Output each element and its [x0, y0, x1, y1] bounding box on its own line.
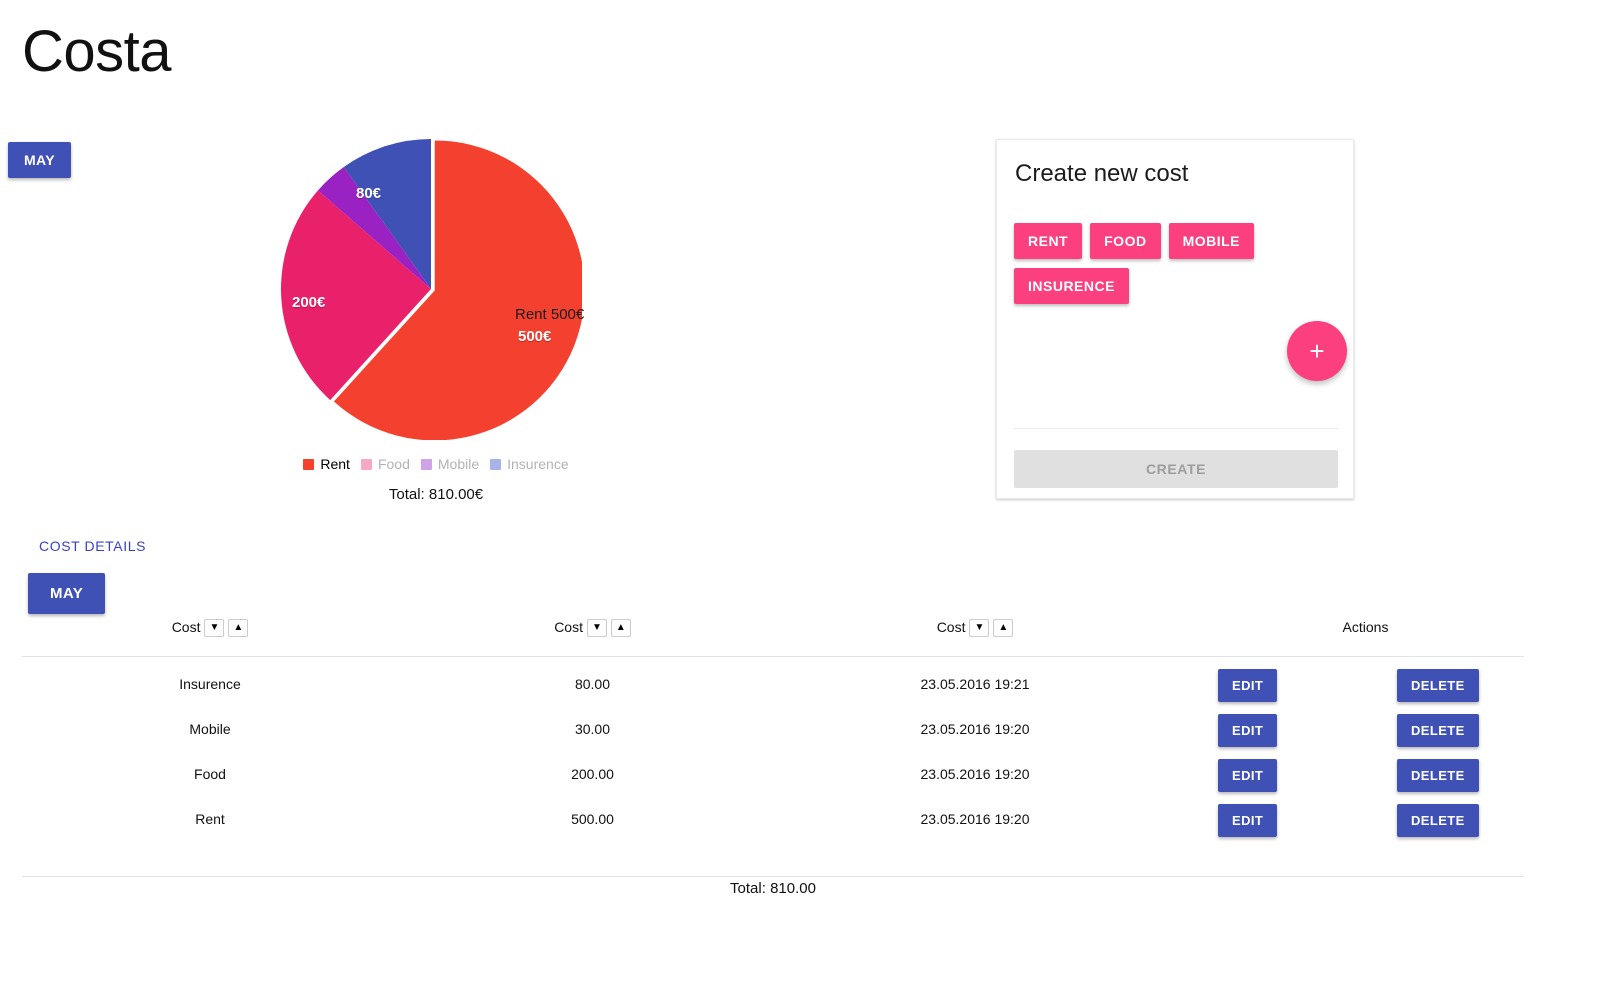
table-row: Rent 500.00 23.05.2016 19:20 EDIT DELETE	[0, 804, 1546, 849]
delete-button[interactable]: DELETE	[1397, 804, 1479, 837]
cost-details-link[interactable]: COST DETAILS	[39, 538, 146, 554]
legend-swatch-food	[360, 458, 372, 470]
pie-slice-label-rent: 500€	[518, 328, 552, 345]
month-filter-button-details[interactable]: MAY	[28, 573, 106, 614]
plus-icon: +	[1309, 336, 1325, 366]
sort-desc-date-button[interactable]: ▼	[969, 619, 990, 638]
legend-label: Rent	[320, 456, 350, 472]
table-row: Food 200.00 23.05.2016 19:20 EDIT DELETE	[0, 759, 1546, 804]
category-chip-group: RENT FOOD MOBILE INSURENCE	[1014, 223, 1334, 313]
cell-cost-date: 23.05.2016 19:20	[920, 811, 1030, 827]
legend-swatch-rent	[303, 458, 315, 470]
delete-button-wrap: DELETE	[1397, 759, 1479, 792]
cell-cost-name: Rent	[195, 811, 225, 827]
sort-asc-date-button[interactable]: ▲	[993, 619, 1014, 638]
edit-button[interactable]: EDIT	[1218, 804, 1278, 837]
pie-chart[interactable]: 80€ 200€ 500€ Rent 500€	[280, 138, 585, 440]
column-header-amount: Cost ▼ ▲	[420, 612, 765, 643]
delete-button-wrap: DELETE	[1397, 804, 1479, 837]
column-header-date-label: Cost	[936, 619, 966, 635]
sort-asc-amount-button[interactable]: ▲	[610, 619, 631, 638]
category-chip-rent[interactable]: RENT	[1014, 223, 1083, 259]
card-title: Create new cost	[1015, 160, 1189, 187]
pie-chart-section: 80€ 200€ 500€ Rent 500€ Rent Food Mobile In…	[280, 138, 590, 503]
cell-cost-amount: 500.00	[571, 811, 614, 827]
legend-swatch-mobile	[420, 458, 432, 470]
edit-button-wrap: EDIT	[1218, 759, 1278, 792]
column-header-amount-label: Cost	[554, 619, 583, 635]
edit-button-wrap: EDIT	[1218, 669, 1278, 702]
column-header-date: Cost ▼ ▲	[765, 612, 1185, 643]
legend-item-food[interactable]: Food	[360, 456, 410, 472]
cell-cost-date: 23.05.2016 19:21	[920, 676, 1030, 692]
column-header-name: Cost ▼ ▲	[0, 612, 420, 643]
table-footer-divider	[22, 876, 1524, 877]
legend-label: Mobile	[437, 456, 480, 472]
category-chip-food[interactable]: FOOD	[1090, 223, 1161, 259]
delete-button[interactable]: DELETE	[1397, 714, 1479, 747]
cell-cost-date: 23.05.2016 19:20	[920, 721, 1030, 737]
cell-cost-name: Mobile	[189, 721, 231, 737]
card-divider	[1014, 428, 1338, 429]
table-row: Insurence 80.00 23.05.2016 19:21 EDIT DELETE	[0, 669, 1546, 714]
pie-chart-svg[interactable]	[280, 138, 582, 440]
legend-label: Food	[377, 456, 410, 472]
cell-cost-name: Insurence	[179, 676, 241, 692]
cell-cost-amount: 200.00	[571, 766, 614, 782]
cell-cost-date: 23.05.2016 19:20	[920, 766, 1030, 782]
create-button[interactable]: CREATE	[1014, 450, 1338, 488]
chart-total-label: Total: 810.00€	[388, 486, 484, 503]
page-title: Costa	[22, 19, 172, 84]
legend-swatch-insurence	[490, 458, 502, 470]
column-header-name-label: Cost	[171, 619, 201, 635]
pie-slice-label-food: 200€	[292, 294, 326, 311]
cost-details-table: Cost ▼ ▲ Cost ▼ ▲ Cost ▼ ▲ Actions Insurence 80…	[0, 612, 1546, 877]
create-new-cost-card: Create new cost RENT FOOD MOBILEINSURENCE …	[996, 139, 1354, 499]
sort-desc-amount-button[interactable]: ▼	[586, 619, 607, 638]
sort-asc-name-button[interactable]: ▲	[228, 619, 249, 638]
edit-button-wrap: EDIT	[1218, 714, 1278, 747]
edit-button-wrap: EDIT	[1218, 804, 1278, 837]
legend-item-mobile[interactable]: Mobile	[420, 456, 480, 472]
pie-slice-label-insurence: 80€	[356, 185, 382, 202]
delete-button-wrap: DELETE	[1397, 714, 1479, 747]
sort-desc-name-button[interactable]: ▼	[204, 619, 225, 638]
cell-cost-amount: 80.00	[574, 676, 611, 692]
edit-button[interactable]: EDIT	[1218, 669, 1278, 702]
table-header-divider	[22, 656, 1524, 657]
pie-chart-legend: Rent Food Mobile Insurence	[286, 456, 586, 472]
category-chip-insurence[interactable]: INSURENCE	[1014, 268, 1129, 304]
legend-item-insurence[interactable]: Insurence	[490, 456, 569, 472]
pie-chart-tooltip: Rent 500€	[515, 306, 585, 323]
cell-cost-name: Food	[194, 766, 226, 782]
delete-button[interactable]: DELETE	[1397, 669, 1479, 702]
table-body: Insurence 80.00 23.05.2016 19:21 EDIT DELETE…	[0, 669, 1546, 849]
table-header-row: Cost ▼ ▲ Cost ▼ ▲ Cost ▼ ▲ Actions	[0, 612, 1546, 656]
month-filter-button-top[interactable]: MAY	[8, 142, 72, 178]
legend-label: Insurence	[507, 456, 569, 472]
delete-button-wrap: DELETE	[1397, 669, 1479, 702]
table-total-label: Total: 810.00	[730, 880, 816, 897]
table-row: Mobile 30.00 23.05.2016 19:20 EDIT DELETE	[0, 714, 1546, 759]
delete-button[interactable]: DELETE	[1397, 759, 1479, 792]
cell-cost-amount: 30.00	[574, 721, 611, 737]
edit-button[interactable]: EDIT	[1218, 714, 1278, 747]
category-chip-mobile[interactable]: MOBILE	[1168, 223, 1255, 259]
legend-item-rent[interactable]: Rent	[303, 456, 350, 472]
add-cost-fab-button[interactable]: +	[1287, 321, 1347, 381]
column-header-actions: Actions	[1342, 619, 1389, 635]
edit-button[interactable]: EDIT	[1218, 759, 1278, 792]
